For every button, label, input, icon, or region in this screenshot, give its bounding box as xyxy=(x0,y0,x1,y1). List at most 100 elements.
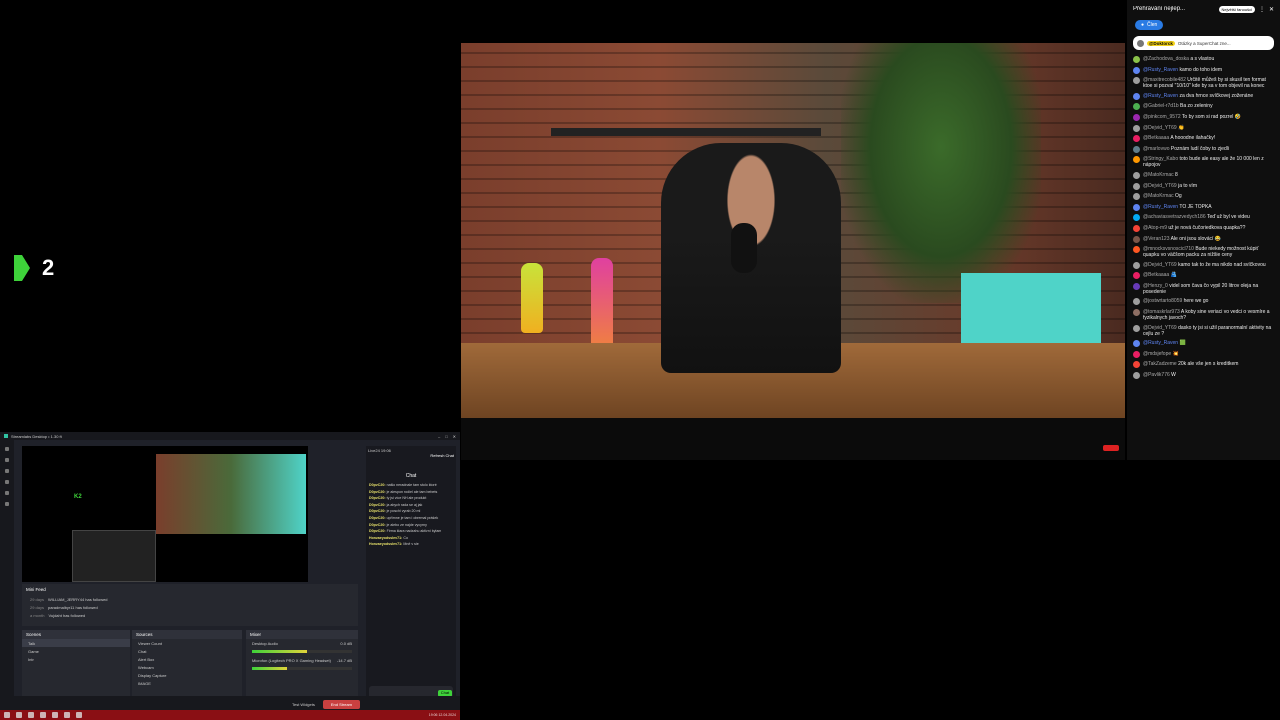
avatar[interactable] xyxy=(1133,113,1140,121)
scene-preview[interactable]: K2 xyxy=(22,446,308,582)
avatar[interactable] xyxy=(1133,246,1140,254)
feed-item[interactable]: a month Vujdaht has followed xyxy=(22,611,358,619)
source-item[interactable]: Webcam xyxy=(132,663,242,671)
close-icon[interactable]: ✕ xyxy=(453,434,456,439)
chat-username[interactable]: @TakZadzeme xyxy=(1143,361,1177,367)
close-icon[interactable]: ✕ xyxy=(1269,6,1274,13)
maximize-icon[interactable]: □ xyxy=(445,434,447,439)
sidebar-icon[interactable] xyxy=(5,480,9,484)
chat-username[interactable]: @Pavlik776 xyxy=(1143,372,1170,378)
join-button[interactable]: ● Člen xyxy=(1135,20,1164,30)
source-item[interactable]: Alert Box xyxy=(132,655,242,663)
chat-username[interactable]: @Dejvid_YT69 xyxy=(1143,125,1177,131)
minimize-icon[interactable]: – xyxy=(438,434,440,439)
scene-item[interactable]: Intr xyxy=(22,655,130,663)
chat-title[interactable]: Přehrávání nejlep... xyxy=(1133,6,1215,12)
source-item[interactable]: Display Capture xyxy=(132,671,242,679)
chat-username[interactable]: @Dejvid_YT69 xyxy=(1143,183,1177,189)
avatar[interactable] xyxy=(1133,66,1140,74)
end-stream-button[interactable]: End Stream xyxy=(322,699,360,709)
feed-item[interactable]: 29 days paradmalbyr11 has followed xyxy=(22,603,358,611)
avatar[interactable] xyxy=(1133,272,1140,280)
refresh-chat-button[interactable]: Refresh Chat xyxy=(368,453,454,458)
avatar[interactable] xyxy=(1133,340,1140,348)
source-item[interactable]: Chat xyxy=(132,647,242,655)
sidebar-icon[interactable] xyxy=(5,447,9,451)
chat-username[interactable]: @jostwrtarto8059 xyxy=(1143,298,1182,304)
search-icon[interactable] xyxy=(16,712,22,718)
avatar[interactable] xyxy=(1133,309,1140,317)
avatar[interactable] xyxy=(1133,372,1140,380)
chat-username[interactable]: @pinkcom_9572 xyxy=(1143,114,1181,120)
avatar[interactable] xyxy=(1133,156,1140,164)
avatar[interactable] xyxy=(1133,171,1140,179)
taskbar-app-icon[interactable] xyxy=(76,712,82,718)
avatar[interactable] xyxy=(1133,193,1140,201)
chat-username[interactable]: @mdsjefope xyxy=(1143,351,1171,357)
avatar[interactable] xyxy=(1133,56,1140,63)
top-fans-tag[interactable]: Největší fanoušci xyxy=(1218,5,1255,13)
taskbar-app-icon[interactable] xyxy=(28,712,34,718)
sidebar-icon[interactable] xyxy=(5,502,9,506)
taskbar-app-icon[interactable] xyxy=(64,712,70,718)
chat-message-body: @Rusty_Raven kamo do toho idem xyxy=(1143,67,1222,73)
chat-username[interactable]: @Rusty_Raven xyxy=(1143,93,1178,99)
avatar[interactable] xyxy=(1133,298,1140,306)
video-player[interactable] xyxy=(461,43,1125,418)
avatar[interactable] xyxy=(1133,324,1140,332)
microphone xyxy=(731,223,757,273)
more-icon[interactable]: ⋮ xyxy=(1259,6,1265,13)
avatar[interactable] xyxy=(1133,182,1140,190)
avatar[interactable] xyxy=(1133,103,1140,111)
start-icon[interactable] xyxy=(4,712,10,718)
chat-username[interactable]: @Betkaaaa xyxy=(1143,272,1169,278)
chat-username[interactable]: @MatoKrmac xyxy=(1143,172,1174,178)
avatar[interactable] xyxy=(1133,350,1140,358)
chat-message: @Rusty_Raven za dva hrnce svíčkovej zože… xyxy=(1133,92,1274,100)
avatar[interactable] xyxy=(1133,282,1140,290)
avatar[interactable] xyxy=(1133,77,1140,85)
sidebar-icon[interactable] xyxy=(5,458,9,462)
volume-meter[interactable] xyxy=(252,650,352,653)
sidebar-icon[interactable] xyxy=(5,491,9,495)
chat-username[interactable]: @Rusty_Raven xyxy=(1143,204,1178,210)
test-widgets-button[interactable]: Test Widgets xyxy=(292,702,315,707)
source-item[interactable]: IMAGE xyxy=(132,679,242,687)
chat-username[interactable]: @Rusty_Raven xyxy=(1143,67,1178,73)
chat-username[interactable]: @Zachodova_doska xyxy=(1143,56,1189,62)
avatar[interactable] xyxy=(1133,92,1140,100)
scene-item[interactable]: Talk xyxy=(22,639,130,647)
chat-username[interactable]: @achaviasvetrazvedych186 xyxy=(1143,214,1206,220)
avatar[interactable] xyxy=(1133,235,1140,243)
sidebar-icon[interactable] xyxy=(5,469,9,473)
chat-username[interactable]: @marlovwo xyxy=(1143,146,1169,152)
chat-username[interactable]: @Rusty_Raven xyxy=(1143,340,1178,346)
avatar[interactable] xyxy=(1133,261,1140,269)
volume-meter[interactable] xyxy=(252,667,352,670)
avatar[interactable] xyxy=(1133,145,1140,153)
chat-username[interactable]: @MatoKrmac xyxy=(1143,193,1174,199)
avatar[interactable] xyxy=(1133,214,1140,222)
avatar[interactable] xyxy=(1133,135,1140,143)
chat-username[interactable]: @Atop-m9 xyxy=(1143,225,1167,231)
chat-message-body: @MatoKrmac 8 xyxy=(1143,172,1178,178)
avatar[interactable] xyxy=(1133,124,1140,132)
youtube-icon[interactable] xyxy=(1103,445,1119,451)
chat-username[interactable]: @Veran123 xyxy=(1143,236,1169,242)
scenes-title: Scenes xyxy=(22,630,130,639)
obs-chat-text: našlo neradnale tam stolo ktoré xyxy=(386,483,437,487)
avatar[interactable] xyxy=(1133,224,1140,232)
chat-username[interactable]: @Dejvid_YT69 xyxy=(1143,262,1177,268)
chat-username[interactable]: @Betkaaaa xyxy=(1143,135,1169,141)
pinned-message[interactable]: @Doktorck Otázky a SuperChat zne... xyxy=(1133,36,1274,50)
mixer-dock: Mixer Desktop Audio 0.0 dB Microfon (Logit… xyxy=(246,630,358,696)
taskbar-app-icon[interactable] xyxy=(52,712,58,718)
feed-item[interactable]: 29 days WILLIAM_JERRY44 has followed xyxy=(22,595,358,603)
chat-username[interactable]: @Gabriel-r7d1b xyxy=(1143,103,1179,109)
avatar[interactable] xyxy=(1133,203,1140,211)
taskbar-app-icon[interactable] xyxy=(40,712,46,718)
scene-item[interactable]: Game xyxy=(22,647,130,655)
chat-message-body: @Betkaaaa 🫂 xyxy=(1143,272,1177,278)
avatar[interactable] xyxy=(1133,361,1140,369)
source-item[interactable]: Viewer Count xyxy=(132,639,242,647)
